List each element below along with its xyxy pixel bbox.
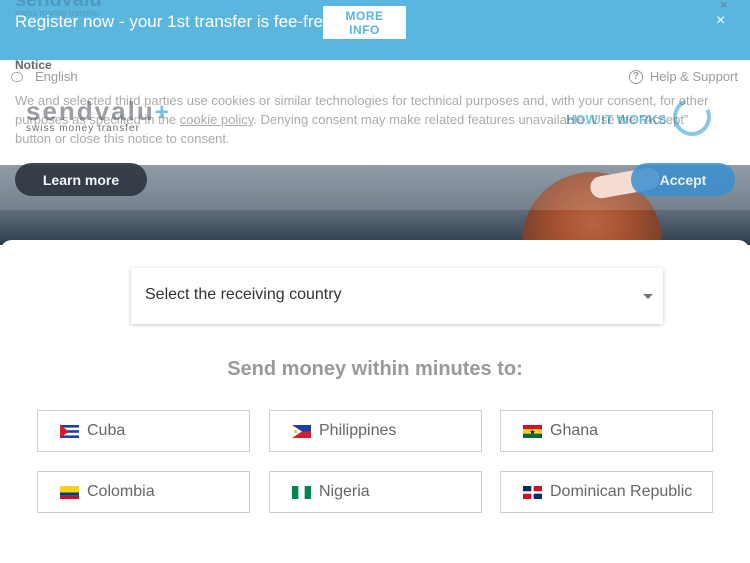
- country-label: Philippines: [319, 422, 397, 439]
- nigeria-flag-icon: [292, 485, 311, 499]
- dominican-republic-flag-icon: [523, 485, 542, 499]
- chevron-down-icon: [643, 294, 653, 299]
- ghana-flag-icon: [523, 424, 542, 438]
- country-nigeria[interactable]: Nigeria: [269, 471, 482, 513]
- philippines-flag-icon: [292, 424, 311, 438]
- country-colombia[interactable]: Colombia: [37, 471, 250, 513]
- colombia-flag-icon: [60, 485, 79, 499]
- country-label: Dominican Republic: [550, 483, 693, 500]
- country-cuba[interactable]: Cuba: [37, 410, 250, 452]
- promo-text: Register now - your 1st transfer is fee-…: [15, 12, 338, 31]
- country-dominican-republic[interactable]: Dominican Republic: [500, 471, 713, 513]
- cookie-policy-link[interactable]: cookie policy: [180, 112, 253, 127]
- more-info-button[interactable]: MORE INFO: [323, 6, 406, 39]
- send-money-heading: Send money within minutes to:: [227, 358, 523, 380]
- country-label: Colombia: [87, 483, 155, 500]
- accept-button[interactable]: Accept: [631, 163, 735, 196]
- promo-close-icon[interactable]: ×: [716, 12, 725, 30]
- select-placeholder: Select the receiving country: [145, 286, 342, 303]
- receiving-country-select[interactable]: Select the receiving country: [131, 268, 663, 324]
- cookie-notice-text: We and selected third parties use cookie…: [15, 91, 715, 148]
- country-ghana[interactable]: Ghana: [500, 410, 713, 452]
- cuba-flag-icon: [60, 424, 79, 438]
- cookie-notice-title: Notice: [15, 58, 52, 72]
- notice-close-icon[interactable]: ×: [720, 0, 728, 12]
- country-label: Cuba: [87, 422, 126, 439]
- country-philippines[interactable]: Philippines: [269, 410, 482, 452]
- country-label: Nigeria: [319, 483, 370, 500]
- country-label: Ghana: [550, 422, 599, 439]
- learn-more-button[interactable]: Learn more: [15, 163, 147, 196]
